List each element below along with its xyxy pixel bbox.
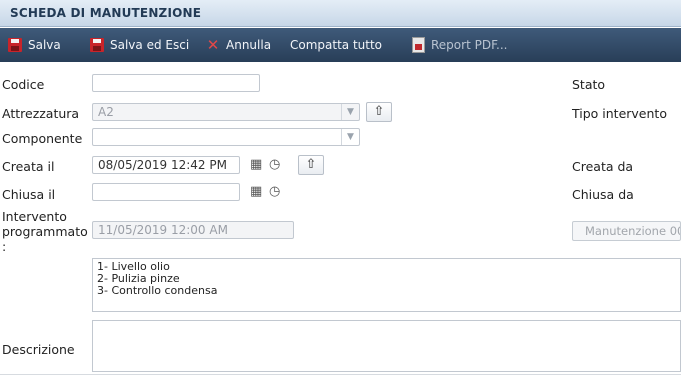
floppy-disk-icon <box>8 38 22 52</box>
floppy-disk-icon <box>90 38 104 52</box>
save-and-exit-button[interactable]: Salva ed Esci <box>90 36 189 54</box>
intervento-label-line1: Intervento <box>2 209 67 224</box>
calendar-icon[interactable]: ▦ <box>250 158 262 172</box>
chevron-down-icon[interactable]: ▼ <box>341 104 359 120</box>
manutenzione-button[interactable]: Manutenzione 00 <box>572 221 681 241</box>
attrezzatura-value: A2 <box>98 105 114 119</box>
note-textarea[interactable]: 1- Livello olio 2- Pulizia pinze 3- Cont… <box>92 258 681 312</box>
x-icon: ✕ <box>206 36 220 54</box>
note-line: 1- Livello olio <box>97 260 170 273</box>
attrezzatura-label: Attrezzatura <box>2 106 80 121</box>
cancel-label: Annulla <box>226 38 272 52</box>
toolbar: Salva Salva ed Esci ✕ Annulla Compatta t… <box>0 28 681 62</box>
componente-combo[interactable]: ▼ <box>92 128 360 146</box>
attrezzatura-up-button[interactable]: ⇧ <box>366 102 392 122</box>
window-titlebar: SCHEDA DI MANUTENZIONE <box>0 0 681 27</box>
intervento-label-line3: : <box>2 239 7 254</box>
tipo-intervento-label: Tipo intervento <box>572 106 667 121</box>
chiusa-il-label: Chiusa il <box>2 187 56 202</box>
note-line: 3- Controllo condensa <box>97 284 218 297</box>
creata-il-input[interactable]: 08/05/2019 12:42 PM <box>92 156 240 174</box>
clock-icon[interactable]: ◷ <box>269 185 280 199</box>
calendar-icon[interactable]: ▦ <box>250 185 262 199</box>
compact-all-label: Compatta tutto <box>290 38 383 52</box>
attrezzatura-combo[interactable]: A2 ▼ <box>92 103 360 121</box>
cancel-button[interactable]: ✕ Annulla <box>206 36 271 54</box>
report-pdf-label: Report PDF... <box>431 38 508 52</box>
clock-icon[interactable]: ◷ <box>269 158 280 172</box>
chevron-down-icon[interactable]: ▼ <box>341 129 359 145</box>
descrizione-label: Descrizione <box>2 342 75 357</box>
arrow-up-icon: ⇧ <box>305 157 317 172</box>
pdf-icon <box>412 37 425 53</box>
intervento-programmato-input[interactable]: 11/05/2019 12:00 AM <box>92 221 294 239</box>
report-pdf-button[interactable]: Report PDF... <box>412 36 508 54</box>
chiusa-da-label: Chiusa da <box>572 187 634 202</box>
creata-da-label: Creata da <box>572 159 634 174</box>
codice-input[interactable] <box>92 74 260 92</box>
componente-label: Componente <box>2 131 83 146</box>
creata-il-up-button[interactable]: ⇧ <box>298 155 324 175</box>
save-label: Salva <box>28 38 61 52</box>
codice-label: Codice <box>2 77 45 92</box>
descrizione-textarea[interactable] <box>92 320 681 372</box>
divider <box>0 374 681 375</box>
save-and-exit-label: Salva ed Esci <box>110 38 190 52</box>
chiusa-il-input[interactable] <box>92 183 240 201</box>
window-title: SCHEDA DI MANUTENZIONE <box>10 6 202 20</box>
save-button[interactable]: Salva <box>8 36 61 54</box>
compact-all-button[interactable]: Compatta tutto <box>290 36 382 54</box>
intervento-label-line2: programmato <box>2 224 88 239</box>
stato-label: Stato <box>572 77 606 92</box>
creata-il-label: Creata il <box>2 159 55 174</box>
arrow-up-icon: ⇧ <box>373 104 385 119</box>
